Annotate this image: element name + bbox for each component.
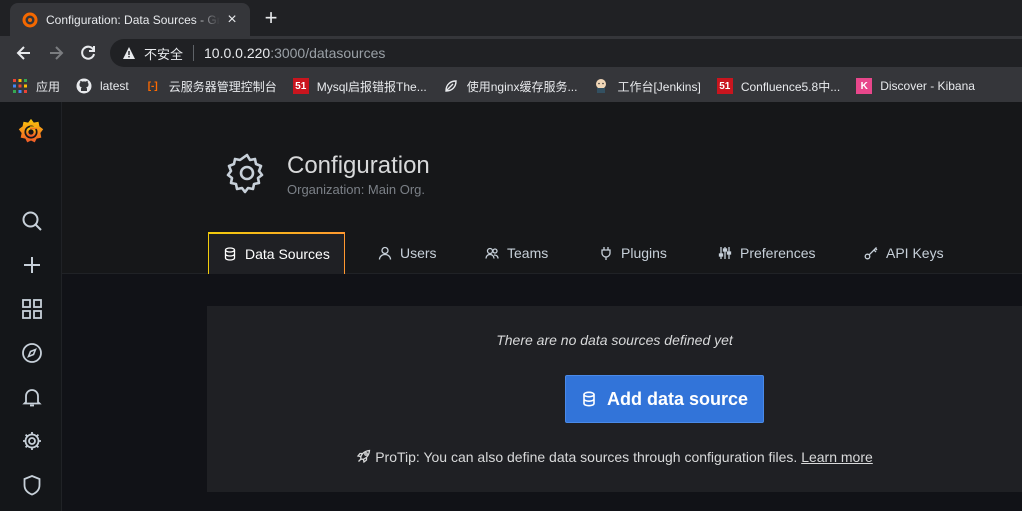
bookmark-kibana[interactable]: K Discover - Kibana [856, 78, 975, 94]
plug-icon [601, 247, 611, 260]
tab-users[interactable]: Users [364, 232, 451, 274]
url-host: 10.0.0.220 [204, 45, 271, 61]
add-data-source-button[interactable]: Add data source [565, 375, 764, 423]
new-tab-icon[interactable]: + [260, 7, 282, 30]
gear-icon [226, 153, 264, 194]
database-icon [583, 391, 595, 407]
learn-more-link[interactable]: Learn more [801, 449, 873, 465]
aliyun-icon: [-] [147, 80, 158, 92]
configuration-gear-icon[interactable] [19, 428, 45, 454]
bookmark-label: 工作台[Jenkins] [617, 79, 701, 94]
bookmark-label: 应用 [36, 79, 61, 94]
close-tab-icon[interactable]: × [224, 11, 240, 28]
bookmark-label: Confluence5.8中... [740, 79, 841, 94]
bookmark-latest[interactable]: latest [76, 78, 129, 94]
bookmark-apps[interactable]: 应用 [12, 78, 60, 95]
tab-teams[interactable]: Teams [471, 232, 562, 274]
bookmark-aliyun[interactable]: [-] 云服务器管理控制台 [145, 78, 277, 95]
tab-preferences[interactable]: Preferences [704, 232, 829, 274]
explore-compass-icon[interactable] [19, 340, 45, 366]
page-subtitle: Organization: Main Org. [287, 182, 426, 197]
database-icon [224, 247, 236, 261]
key-icon [864, 247, 878, 260]
dashboards-icon[interactable] [19, 296, 45, 322]
grafana-logo-icon[interactable] [15, 116, 47, 148]
empty-state-message: There are no data sources defined yet [496, 332, 733, 348]
bookmark-label: latest [100, 79, 129, 93]
bookmark-label: 使用nginx缓存服务... [466, 79, 578, 94]
bookmark-confluence[interactable]: 51 Confluence5.8中... [716, 78, 841, 95]
address-divider [193, 45, 195, 61]
tab-label: Teams [507, 245, 549, 261]
back-icon[interactable] [13, 42, 35, 64]
url-path: :3000/datasources [270, 45, 386, 61]
kibana-icon: K [856, 78, 873, 94]
empty-list-cta: There are no data sources defined yet Ad… [207, 306, 1022, 492]
sliders-icon [718, 247, 732, 259]
apps-grid-icon [12, 78, 28, 94]
forward-icon[interactable] [45, 42, 67, 64]
protip: ProTip: You can also define data sources… [207, 449, 1022, 465]
plus-icon[interactable] [19, 252, 45, 278]
51cto-icon: 51 [292, 78, 309, 94]
tab-label: Users [400, 245, 437, 261]
warning-icon[interactable] [122, 46, 136, 60]
tab-label: Preferences [740, 245, 816, 261]
config-tabs: Data Sources Users Teams Plugins Prefere… [62, 232, 1022, 274]
bookmark-label: Discover - Kibana [880, 79, 975, 93]
tab-label: API Keys [886, 245, 944, 261]
bookmark-label: Mysql启报错报The... [316, 79, 427, 94]
alerting-bell-icon[interactable] [19, 384, 45, 410]
server-admin-shield-icon[interactable] [19, 472, 45, 498]
page-title: Configuration [287, 152, 430, 179]
tab-data-sources[interactable]: Data Sources [208, 232, 345, 274]
grafana-app: Configuration Organization: Main Org. Da… [0, 102, 1022, 511]
browser-tabstrip: Configuration: Data Sources - Grafana × … [0, 0, 1022, 36]
search-icon[interactable] [19, 208, 45, 234]
side-menu [0, 102, 62, 511]
tab-label: Plugins [621, 245, 667, 261]
reload-icon[interactable] [77, 42, 99, 64]
grafana-favicon-icon [22, 12, 38, 27]
address-bar[interactable]: 不安全 10.0.0.220 :3000/datasources [110, 39, 1022, 67]
browser-tab[interactable]: Configuration: Data Sources - Grafana × [10, 3, 250, 36]
github-icon [76, 78, 92, 94]
bookmark-label: 云服务器管理控制台 [168, 79, 277, 94]
protip-text: ProTip: You can also define data sources… [375, 449, 798, 465]
page-content: There are no data sources defined yet Ad… [62, 274, 1022, 511]
51cto-icon: 51 [716, 78, 733, 94]
security-status[interactable]: 不安全 [144, 44, 183, 63]
bookmark-mysql[interactable]: 51 Mysql启报错报The... [292, 78, 427, 95]
tab-api-keys[interactable]: API Keys [850, 232, 958, 274]
rocket-icon [357, 449, 371, 464]
user-icon [378, 246, 392, 260]
browser-tab-title: Configuration: Data Sources - Grafana [46, 12, 220, 27]
tab-plugins[interactable]: Plugins [585, 232, 681, 274]
jenkins-icon [593, 78, 609, 94]
bookmarks-bar: 应用 latest [-] 云服务器管理控制台 51 Mysql启报错报The.… [0, 70, 1022, 102]
tab-label: Data Sources [245, 246, 330, 262]
browser-toolbar: 不安全 10.0.0.220 :3000/datasources [0, 36, 1022, 70]
bookmark-nginx[interactable]: 使用nginx缓存服务... [443, 78, 578, 95]
leaf-icon [443, 78, 459, 94]
bookmark-jenkins[interactable]: 工作台[Jenkins] [593, 78, 701, 95]
add-data-source-label: Add data source [606, 388, 749, 409]
users-icon [485, 247, 499, 259]
